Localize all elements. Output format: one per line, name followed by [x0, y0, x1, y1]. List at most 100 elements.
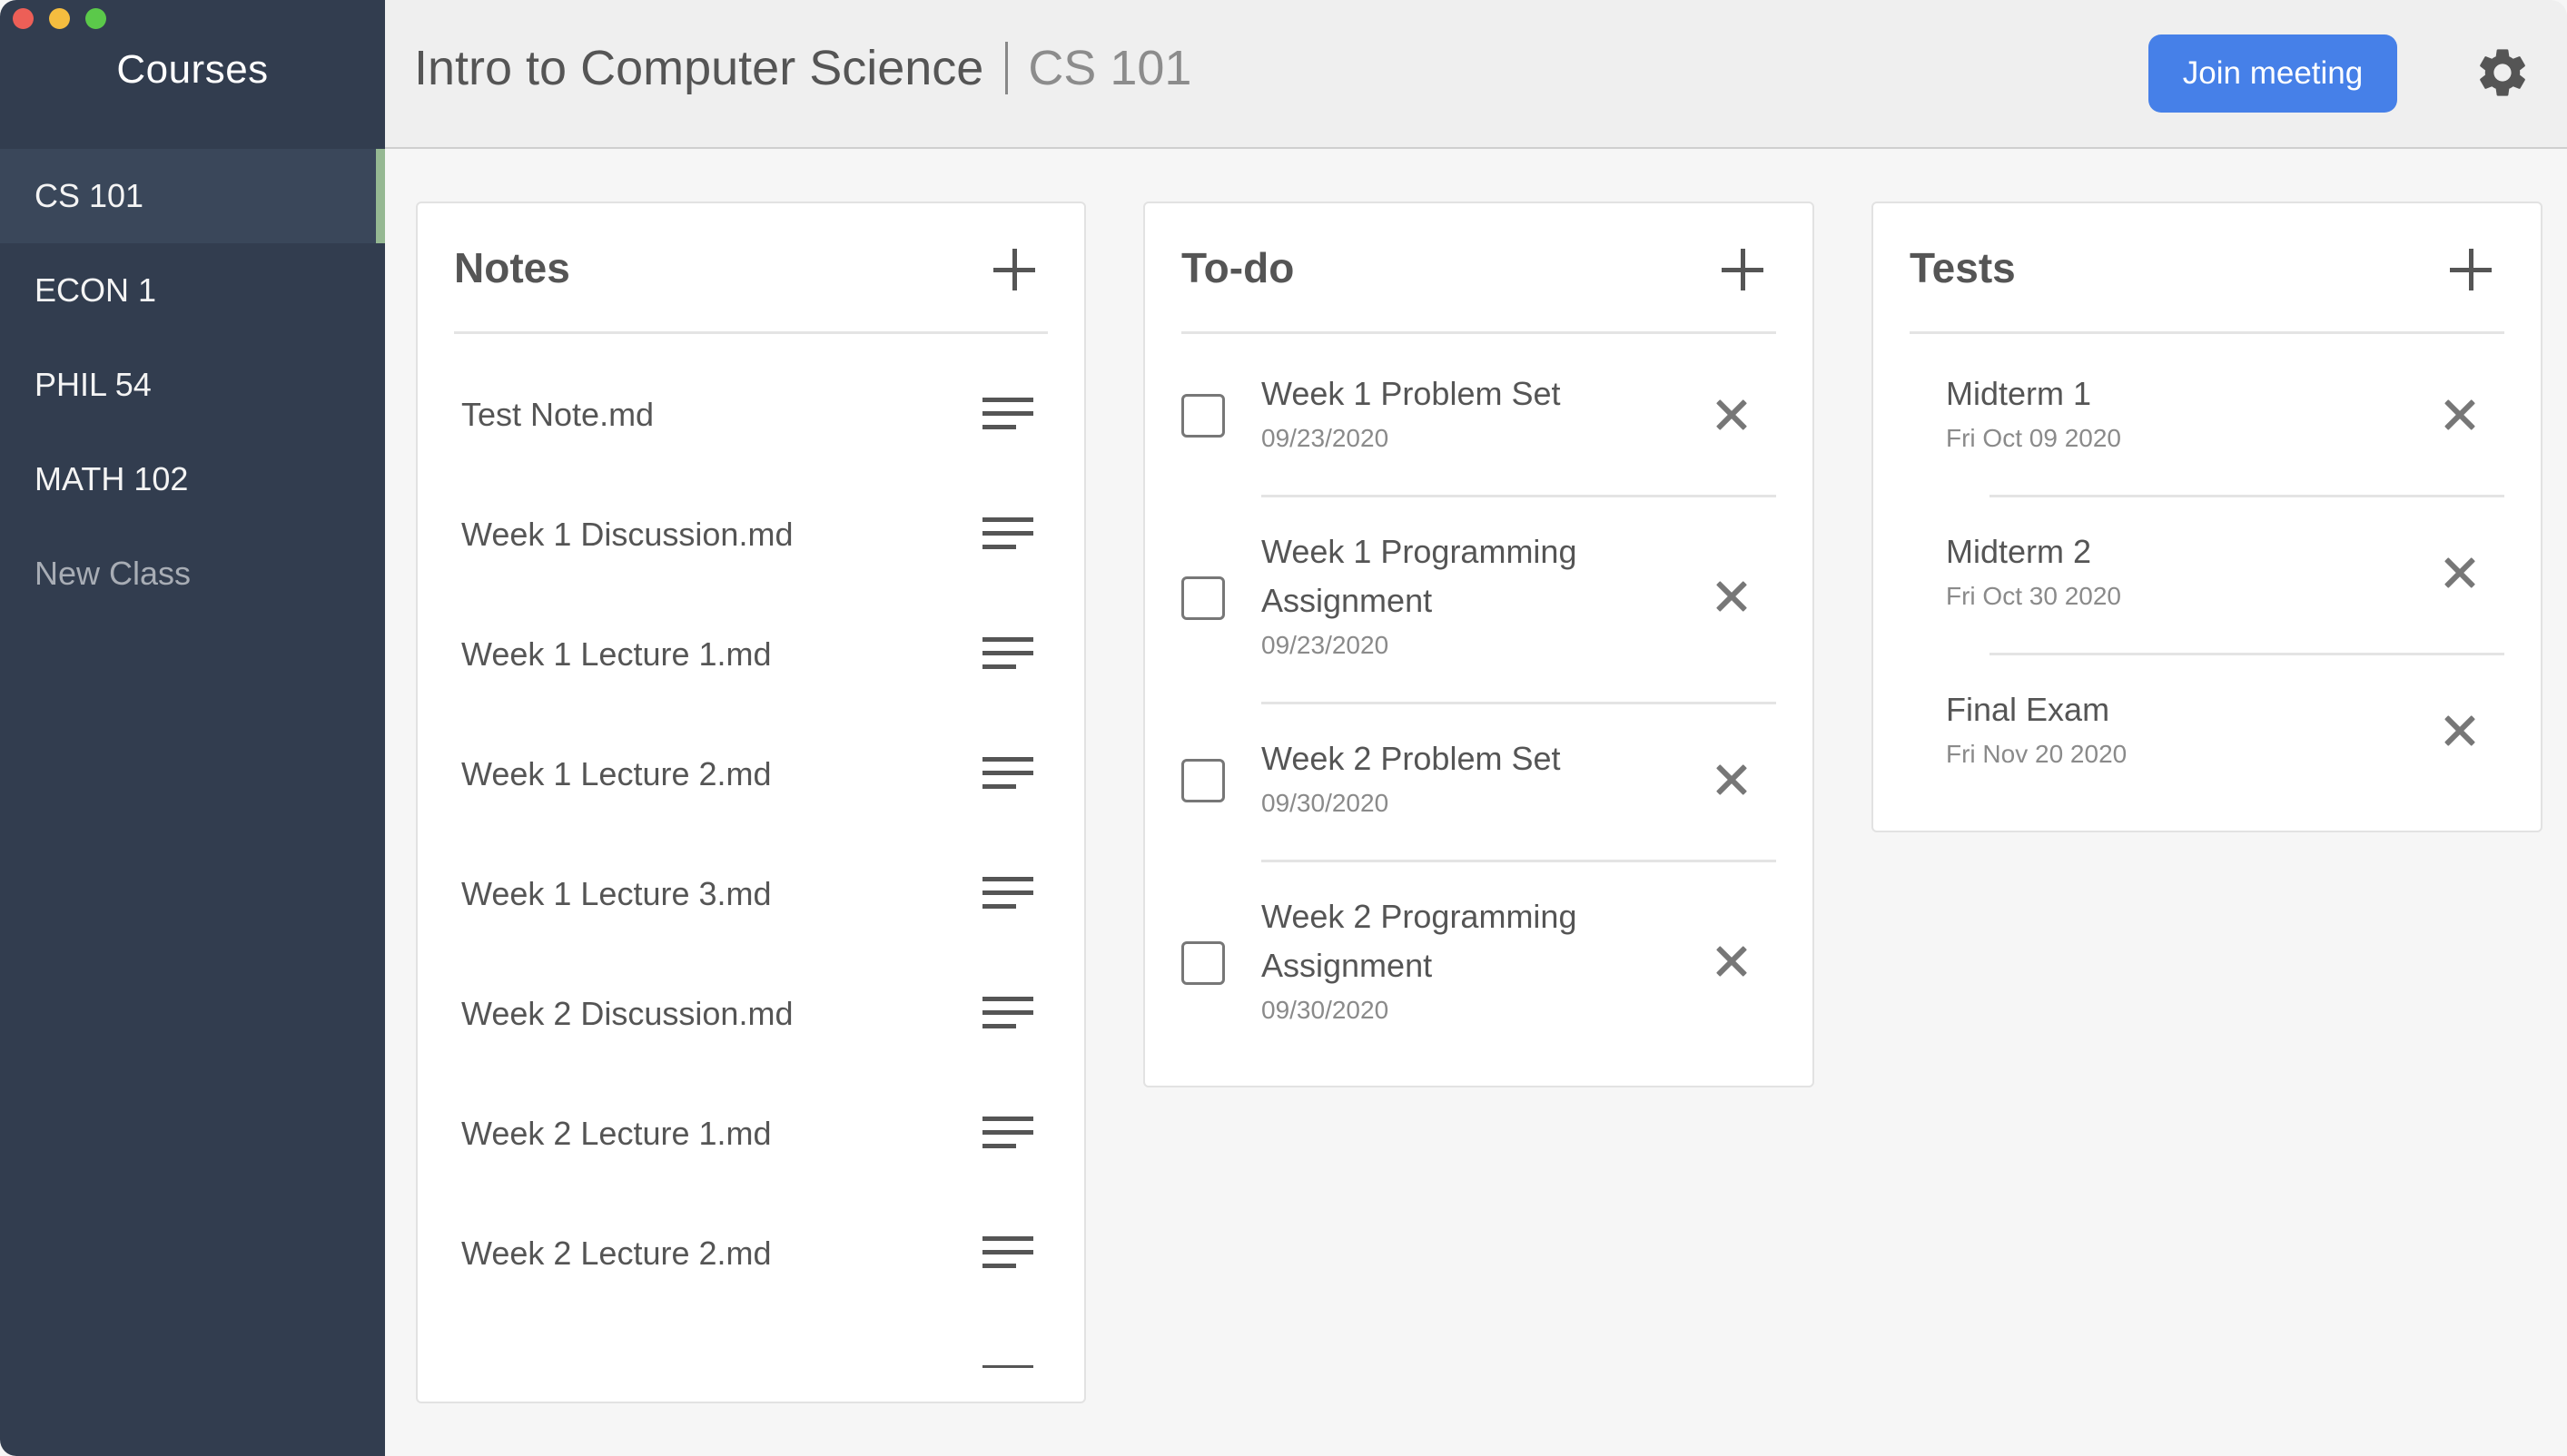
todo-date: 09/30/2020	[1261, 789, 1389, 817]
todo-date: 09/23/2020	[1261, 631, 1389, 659]
test-date: Fri Nov 20 2020	[1946, 740, 2128, 768]
note-item[interactable]: Week 1 Lecture 3.md	[418, 835, 1084, 955]
sidebar-item-label: CS 101	[35, 177, 144, 214]
sidebar-item-label: ECON 1	[35, 271, 157, 309]
notes-header: Notes	[454, 203, 1048, 334]
sidebar-item-math-102[interactable]: MATH 102	[0, 432, 385, 526]
note-name: Week 1 Discussion.md	[461, 516, 794, 553]
notes-lines-icon	[982, 516, 1033, 552]
sidebar: Courses CS 101 ECON 1 PHIL 54 MATH 102 N…	[0, 0, 385, 1456]
todo-checkbox[interactable]	[1181, 394, 1225, 438]
todo-date: 09/30/2020	[1261, 996, 1389, 1024]
todo-date: 09/23/2020	[1261, 424, 1389, 452]
notes-lines-icon	[982, 1115, 1033, 1151]
note-name: Week 2 Lecture 1.md	[461, 1115, 772, 1152]
delete-todo-icon[interactable]	[1715, 580, 1748, 613]
todo-item: Week 2 Programming Assignment 09/30/2020	[1145, 860, 1812, 1067]
todo-list: Week 1 Problem Set 09/23/2020 Week 1 Pro…	[1145, 337, 1812, 1067]
test-date: Fri Oct 30 2020	[1946, 582, 2121, 610]
tests-header: Tests	[1910, 203, 2504, 334]
test-item[interactable]: Midterm 1 Fri Oct 09 2020	[1873, 337, 2541, 495]
new-class-button[interactable]: New Class	[0, 526, 385, 621]
notes-lines-icon	[982, 875, 1033, 911]
todo-item: Week 1 Programming Assignment 09/23/2020	[1145, 495, 1812, 702]
window-maximize-button[interactable]	[85, 8, 106, 29]
test-name: Midterm 2	[1946, 533, 2092, 570]
todo-item: Week 2 Problem Set 09/30/2020	[1145, 702, 1812, 860]
add-note-button[interactable]	[992, 247, 1037, 292]
notes-lines-icon	[982, 1235, 1033, 1271]
join-meeting-button[interactable]: Join meeting	[2148, 34, 2397, 113]
note-name: Week 1 Lecture 3.md	[461, 875, 772, 912]
window-close-button[interactable]	[13, 8, 34, 29]
todo-checkbox[interactable]	[1181, 576, 1225, 620]
note-item[interactable]: Week 2 Lecture 2.md	[418, 1195, 1084, 1314]
sidebar-item-econ-1[interactable]: ECON 1	[0, 243, 385, 338]
note-name: Week 2 Lecture 2.md	[461, 1235, 772, 1272]
note-item[interactable]: Week 2 Discussion.md	[418, 955, 1084, 1075]
course-code: CS 101	[1028, 41, 1192, 95]
note-name: Week 1 Lecture 1.md	[461, 635, 772, 673]
sidebar-item-phil-54[interactable]: PHIL 54	[0, 338, 385, 432]
sidebar-title: Courses	[116, 47, 269, 92]
notes-lines-icon	[982, 635, 1033, 672]
course-name: Intro to Computer Science	[414, 41, 984, 95]
todo-text: Week 1 Problem Set 09/23/2020	[1261, 369, 1643, 453]
test-name: Midterm 1	[1946, 375, 2092, 412]
header: Intro to Computer Science CS 101 Join me…	[385, 0, 2567, 149]
todo-title-text: Week 2 Problem Set	[1261, 740, 1561, 777]
sidebar-item-cs-101[interactable]: CS 101	[0, 149, 385, 243]
todo-title-text: Week 2 Programming Assignment	[1261, 898, 1577, 984]
todo-title-text: Week 1 Problem Set	[1261, 375, 1561, 412]
todo-title: To-do	[1181, 244, 1295, 291]
todo-checkbox[interactable]	[1181, 759, 1225, 802]
todo-header: To-do	[1181, 203, 1776, 334]
course-list: CS 101 ECON 1 PHIL 54 MATH 102 New Class	[0, 149, 385, 621]
test-item[interactable]: Final Exam Fri Nov 20 2020	[1873, 653, 2541, 811]
app-window: Courses CS 101 ECON 1 PHIL 54 MATH 102 N…	[0, 0, 2567, 1456]
notes-list: Test Note.md Week 1 Discussion.md Week 1…	[418, 356, 1084, 1314]
notes-lines-icon	[982, 755, 1033, 792]
test-date: Fri Oct 09 2020	[1946, 424, 2121, 452]
test-item[interactable]: Midterm 2 Fri Oct 30 2020	[1873, 495, 2541, 653]
test-text: Final Exam Fri Nov 20 2020	[1946, 685, 2127, 769]
todo-text: Week 2 Programming Assignment 09/30/2020	[1261, 892, 1643, 1025]
test-text: Midterm 2 Fri Oct 30 2020	[1946, 527, 2121, 611]
window-minimize-button[interactable]	[49, 8, 70, 29]
tests-list: Midterm 1 Fri Oct 09 2020 Midterm 2 Fri …	[1873, 337, 2541, 811]
todo-text: Week 2 Problem Set 09/30/2020	[1261, 734, 1643, 818]
notes-lines-icon-partial	[982, 1365, 1033, 1368]
tests-panel: Tests Midterm 1 Fri Oct 09 2020 Midterm …	[1871, 202, 2542, 832]
todo-text: Week 1 Programming Assignment 09/23/2020	[1261, 527, 1643, 660]
note-name: Week 2 Discussion.md	[461, 995, 794, 1032]
test-name: Final Exam	[1946, 691, 2110, 728]
note-item[interactable]: Week 1 Discussion.md	[418, 476, 1084, 595]
note-item[interactable]: Week 1 Lecture 2.md	[418, 715, 1084, 835]
delete-test-icon[interactable]	[2444, 556, 2476, 589]
add-test-button[interactable]	[2448, 247, 2493, 292]
sidebar-item-label: PHIL 54	[35, 366, 152, 403]
delete-test-icon[interactable]	[2444, 714, 2476, 747]
delete-todo-icon[interactable]	[1715, 763, 1748, 796]
window-controls	[13, 8, 106, 29]
todo-item: Week 1 Problem Set 09/23/2020	[1145, 337, 1812, 495]
test-text: Midterm 1 Fri Oct 09 2020	[1946, 369, 2121, 453]
delete-test-icon[interactable]	[2444, 398, 2476, 431]
notes-lines-icon	[982, 396, 1033, 432]
notes-lines-icon	[982, 995, 1033, 1031]
note-name: Test Note.md	[461, 396, 655, 433]
note-item[interactable]: Test Note.md	[418, 356, 1084, 476]
note-item[interactable]: Week 2 Lecture 1.md	[418, 1075, 1084, 1195]
notes-panel: Notes Test Note.md Week 1 Discussion.md …	[416, 202, 1086, 1403]
page-title: Intro to Computer Science CS 101	[414, 40, 1191, 96]
title-divider	[1005, 42, 1009, 94]
delete-todo-icon[interactable]	[1715, 398, 1748, 431]
notes-title: Notes	[454, 244, 570, 291]
delete-todo-icon[interactable]	[1715, 945, 1748, 978]
gear-icon[interactable]	[2473, 44, 2532, 102]
todo-checkbox[interactable]	[1181, 941, 1225, 985]
note-item[interactable]: Week 1 Lecture 1.md	[418, 595, 1084, 715]
sidebar-item-label: MATH 102	[35, 460, 189, 497]
add-todo-button[interactable]	[1720, 247, 1765, 292]
note-name: Week 1 Lecture 2.md	[461, 755, 772, 792]
